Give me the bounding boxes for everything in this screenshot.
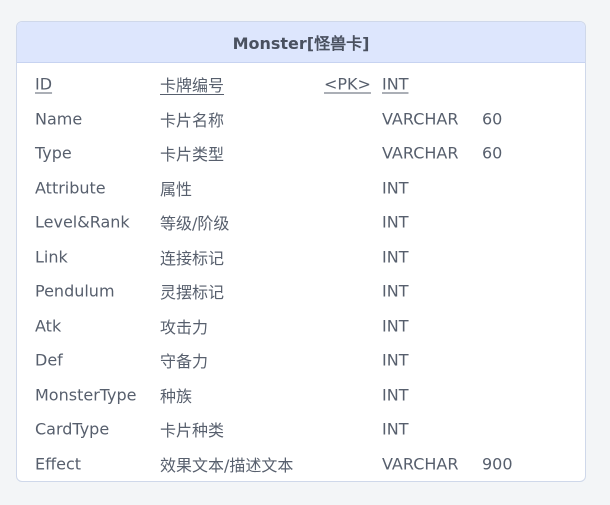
- field-label: 连接标记: [160, 248, 225, 268]
- field-label: 属性: [160, 179, 193, 199]
- field-type: VARCHAR: [382, 454, 459, 474]
- field-label: 种族: [160, 386, 193, 406]
- field-row-type[interactable]: Type 卡片类型 VARCHAR 60: [17, 136, 585, 171]
- field-label: 卡片种类: [160, 421, 225, 441]
- field-list: ID 卡牌编号 <PK> INT Name 卡片名称 VARCHAR 60 Ty…: [17, 63, 585, 481]
- field-size: 60: [482, 109, 503, 129]
- field-label: 卡牌编号: [160, 76, 225, 96]
- field-name: Link: [35, 247, 68, 267]
- field-type: INT: [382, 247, 409, 267]
- field-label: 攻击力: [160, 317, 209, 337]
- field-name: Level&Rank: [35, 212, 130, 232]
- field-label: 灵摆标记: [160, 283, 225, 303]
- field-name: Pendulum: [35, 281, 115, 301]
- field-label: 守备力: [160, 352, 209, 372]
- field-label: 卡片类型: [160, 145, 225, 165]
- field-type: INT: [382, 350, 409, 370]
- field-row-effect[interactable]: Effect 效果文本/描述文本 VARCHAR 900: [17, 447, 585, 482]
- field-label: 卡片名称: [160, 110, 225, 130]
- field-type: VARCHAR: [382, 143, 459, 163]
- field-size: 900: [482, 454, 513, 474]
- field-type: INT: [382, 281, 409, 301]
- field-name: CardType: [35, 419, 110, 439]
- field-name: Effect: [35, 454, 82, 474]
- entity-title: Monster[怪兽卡]: [17, 22, 585, 63]
- field-type: INT: [382, 178, 409, 198]
- field-name: Atk: [35, 316, 62, 336]
- field-row-card-type[interactable]: CardType 卡片种类 INT: [17, 412, 585, 447]
- field-row-def[interactable]: Def 守备力 INT: [17, 343, 585, 378]
- field-type: VARCHAR: [382, 109, 459, 129]
- field-row-pendulum[interactable]: Pendulum 灵摆标记 INT: [17, 274, 585, 309]
- field-row-monster-type[interactable]: MonsterType 种族 INT: [17, 378, 585, 413]
- field-label: 效果文本/描述文本: [160, 455, 294, 475]
- field-type: INT: [382, 316, 409, 336]
- field-type: INT: [382, 212, 409, 232]
- field-type: INT: [382, 385, 409, 405]
- entity-monster[interactable]: Monster[怪兽卡] ID 卡牌编号 <PK> INT Name 卡片名称 …: [16, 21, 586, 482]
- field-type: INT: [382, 74, 409, 94]
- field-row-link[interactable]: Link 连接标记 INT: [17, 240, 585, 275]
- field-name: Type: [35, 143, 72, 163]
- field-row-atk[interactable]: Atk 攻击力 INT: [17, 309, 585, 344]
- field-row-name[interactable]: Name 卡片名称 VARCHAR 60: [17, 102, 585, 137]
- field-name: Def: [35, 350, 63, 370]
- field-type: INT: [382, 419, 409, 439]
- primary-key-marker: <PK>: [324, 74, 371, 94]
- field-label: 等级/阶级: [160, 214, 230, 234]
- field-size: 60: [482, 143, 503, 163]
- field-name: ID: [35, 74, 53, 94]
- field-row-attribute[interactable]: Attribute 属性 INT: [17, 171, 585, 206]
- field-name: Attribute: [35, 178, 106, 198]
- field-row-id[interactable]: ID 卡牌编号 <PK> INT: [17, 67, 585, 102]
- field-name: Name: [35, 109, 83, 129]
- field-name: MonsterType: [35, 385, 137, 405]
- field-row-level-rank[interactable]: Level&Rank 等级/阶级 INT: [17, 205, 585, 240]
